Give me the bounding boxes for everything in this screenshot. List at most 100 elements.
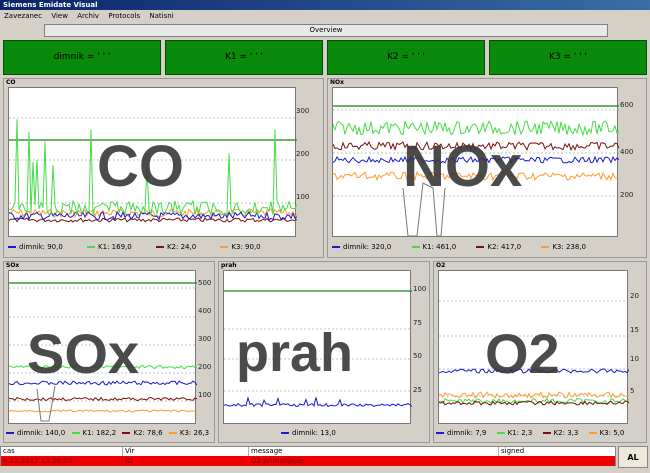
legend-swatch [8, 246, 16, 248]
legend-nox: dimnik: 320,0 K1: 461,0 K2: 417,0 K3: 23… [330, 243, 586, 251]
legend-swatch [496, 432, 505, 434]
overview-button[interactable]: Overview [44, 24, 608, 37]
tick-label: 75 [413, 319, 422, 327]
tick-label: 400 [620, 148, 634, 156]
legend-item: dimnik: 13,0 [292, 429, 336, 437]
tick-label: 100 [296, 193, 310, 201]
legend-item: K3: 90,0 [231, 243, 261, 251]
tick-label: 500 [198, 279, 212, 287]
panel-title: O2 [436, 262, 446, 269]
legend-swatch [87, 246, 96, 248]
alarm-header-signed: signed [501, 447, 525, 455]
tile-dimnik[interactable]: dimnik = ' ' ' [3, 40, 161, 75]
panel-title: NOx [330, 79, 344, 86]
series-k2 [439, 400, 629, 406]
series-dimnik [224, 396, 412, 408]
tick-label: 5 [630, 387, 635, 395]
legend-swatch [541, 246, 550, 248]
alarm-table: cas Vir message signed 9.12.2017 13:36:0… [0, 446, 616, 466]
panel-title: prah [221, 262, 237, 269]
menu-zavezanec[interactable]: Zavezanec [4, 12, 42, 20]
alarm-cell-time: 9.12.2017 13:36:03 [3, 457, 73, 465]
series-k2 [9, 217, 297, 223]
menu-natisni[interactable]: Natisni [149, 12, 173, 20]
legend-item: K2: 24,0 [166, 243, 197, 251]
legend-item: K2: 417,0 [487, 243, 522, 251]
watermark-o2: O2 [485, 322, 560, 385]
legend-swatch [281, 432, 289, 434]
legend-swatch [411, 246, 420, 248]
chart-o2[interactable]: O2 [438, 270, 629, 424]
legend-item: K3: 5,0 [599, 429, 625, 437]
legend-item: K1: 461,0 [422, 243, 457, 251]
legend-swatch [155, 246, 164, 248]
panel-o2: O2 O2 20 15 10 5 dimnik: 7,9 K1: 2,3 K2:… [433, 261, 647, 443]
tick-label: 400 [198, 307, 212, 315]
watermark-prah: prah [236, 323, 354, 383]
chart-prah[interactable]: prah [223, 270, 412, 424]
legend-swatch [71, 432, 80, 434]
tile-k2[interactable]: K2 = ' ' ' [327, 40, 485, 75]
alarm-cell-signed [499, 456, 615, 466]
legend-item: K1: 169,0 [98, 243, 132, 251]
legend-item: K1: 182,2 [82, 429, 117, 437]
legend-swatch [436, 432, 444, 434]
menu-bar: Zavezanec View Archiv Protocols Natisni [0, 10, 650, 22]
tick-label: 50 [413, 352, 422, 360]
tile-k1[interactable]: K1 = ' ' ' [165, 40, 323, 75]
legend-item: K1: 2,3 [507, 429, 533, 437]
tile-k3[interactable]: K3 = ' ' ' [489, 40, 647, 75]
legend-swatch [122, 432, 131, 434]
tick-label: 200 [296, 150, 310, 158]
legend-swatch [168, 432, 177, 434]
panel-prah: prah prah 100 75 50 25 dimnik: 13,0 [218, 261, 430, 443]
panel-co: CO CO 300 200 100 dimnik: 90,0 K1: 169,0… [3, 78, 324, 258]
status-tiles: dimnik = ' ' ' K1 = ' ' ' K2 = ' ' ' K3 … [3, 40, 647, 75]
alarm-acknowledge-button[interactable]: AL [618, 446, 648, 468]
legend-item: K2: 78,6 [133, 429, 163, 437]
legend-swatch [542, 432, 551, 434]
window-title: Siemens Emidate Visual [0, 0, 650, 10]
legend-item: K3: 26,3 [179, 429, 210, 437]
menu-view[interactable]: View [51, 12, 68, 20]
legend-item: K2: 3,3 [553, 429, 579, 437]
menu-archiv[interactable]: Archiv [77, 12, 99, 20]
alarm-header-message: message [249, 447, 499, 456]
series-k3 [9, 409, 197, 413]
legend-co: dimnik: 90,0 K1: 169,0 K2: 24,0 K3: 90,0 [6, 243, 261, 251]
legend-prah: dimnik: 13,0 [279, 429, 336, 437]
panel-title: SOx [6, 262, 20, 269]
tick-label: 600 [620, 101, 634, 109]
tick-label: 20 [630, 292, 639, 300]
alarm-cell-source: IO [125, 457, 133, 465]
legend-item: dimnik: 320,0 [343, 243, 392, 251]
legend-swatch [476, 246, 485, 248]
alarm-cell-message: O2 primanjkuje [251, 457, 305, 465]
alarm-header-cas: cas [1, 447, 123, 456]
panel-sox: SOx SOx 500 400 300 200 100 dimnik: 140,… [3, 261, 215, 443]
series-k1 [439, 397, 629, 405]
tick-label: 100 [413, 285, 427, 293]
series-k2 [9, 396, 197, 402]
series-k1 [333, 119, 619, 137]
series-k3 [439, 391, 629, 399]
legend-item: dimnik: 90,0 [19, 243, 63, 251]
chart-co[interactable]: CO [8, 87, 297, 237]
legend-item: K3: 238,0 [552, 243, 586, 251]
tick-label: 300 [296, 107, 310, 115]
legend-item: dimnik: 7,9 [447, 429, 487, 437]
series-outage [36, 385, 56, 422]
tick-label: 300 [198, 335, 212, 343]
chart-nox[interactable]: NOx [332, 87, 619, 237]
legend-swatch [220, 246, 229, 248]
tick-label: 10 [630, 355, 639, 363]
menu-protocols[interactable]: Protocols [108, 12, 140, 20]
tick-label: 100 [198, 391, 212, 399]
chart-sox[interactable]: SOx [8, 270, 197, 424]
tick-label: 15 [630, 326, 639, 334]
alarm-header-vir: Vir [123, 447, 249, 456]
tick-label: 200 [620, 191, 634, 199]
legend-swatch [6, 432, 14, 434]
legend-o2: dimnik: 7,9 K1: 2,3 K2: 3,3 K3: 5,0 [434, 429, 624, 437]
panel-title: CO [6, 79, 16, 86]
